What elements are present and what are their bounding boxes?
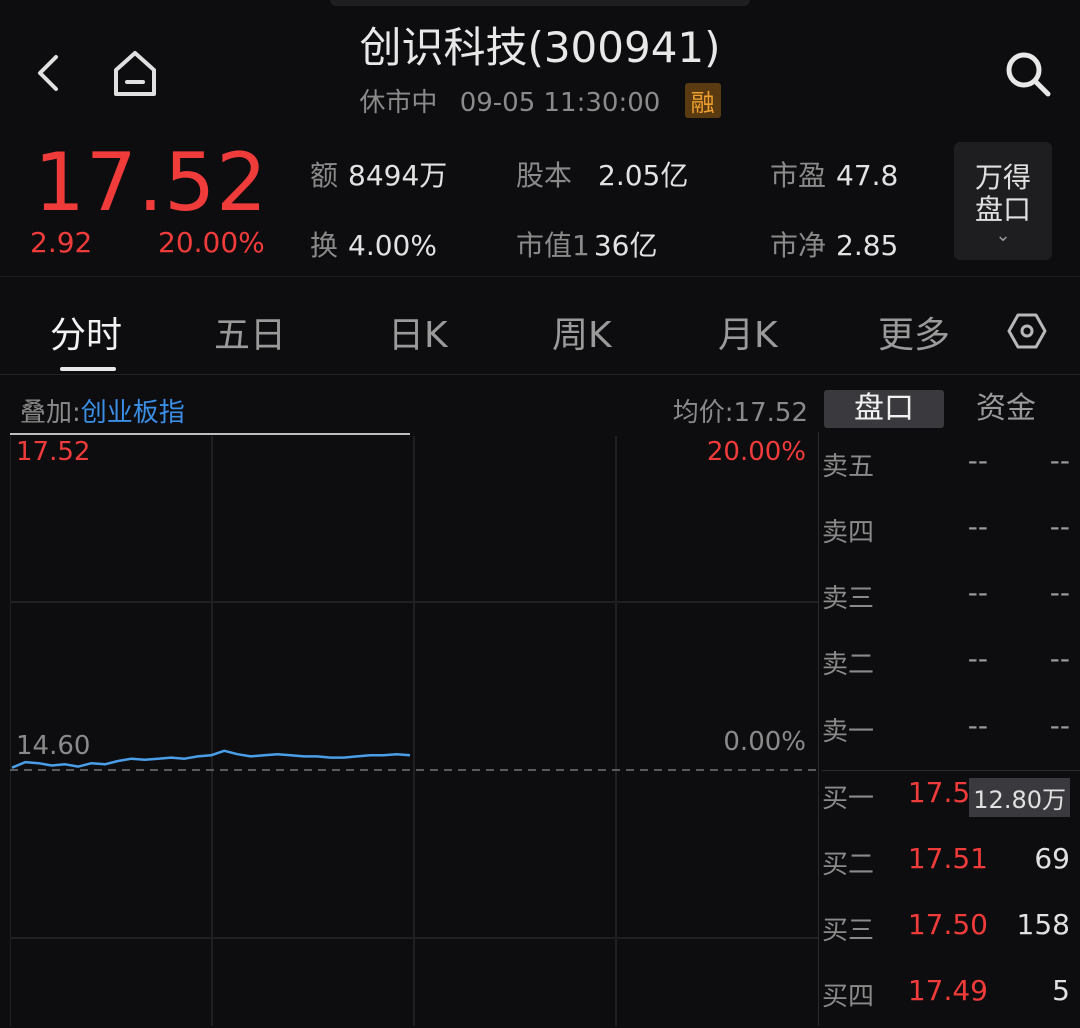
- tab-daily-k[interactable]: 日K: [388, 306, 448, 358]
- divider: [0, 276, 1080, 277]
- tab-five-day[interactable]: 五日: [214, 306, 286, 358]
- quote-datetime: 09-05 11:30:00: [459, 88, 661, 118]
- tab-monthly-k[interactable]: 月K: [718, 306, 778, 358]
- stat-pe-ratio: 市盈 47.8: [770, 159, 899, 192]
- chart-settings-button[interactable]: [1006, 310, 1048, 352]
- divider: [0, 374, 1080, 375]
- buy-level-3: 买三 17.50 158: [822, 908, 1070, 946]
- sell-level-4: 卖四 -- --: [822, 510, 1070, 548]
- buy-level-4: 买四 17.49 5: [822, 974, 1070, 1012]
- camera-notch: [330, 0, 750, 6]
- search-icon: [1006, 52, 1051, 97]
- stat-turnover-rate: 换 4.00%: [310, 229, 437, 262]
- y-base-pct: 0.00%: [723, 727, 806, 757]
- tab-intraday[interactable]: 分时: [50, 306, 122, 358]
- market-status: 休市中: [359, 88, 438, 118]
- market-status-line: 休市中 09-05 11:30:00 融: [0, 82, 1080, 119]
- active-tab-indicator: [60, 367, 116, 371]
- wind-button-line1: 万得: [974, 161, 1031, 194]
- divider: [818, 432, 819, 1026]
- current-price: 17.52: [34, 136, 269, 229]
- stat-market-cap: 市值1 36亿: [516, 229, 658, 262]
- y-top-label: 17.52: [16, 437, 90, 467]
- margin-trading-badge: 融: [684, 83, 721, 118]
- sell-level-2: 卖二 -- --: [822, 642, 1070, 680]
- overlay-index-name: 创业板指: [80, 398, 185, 428]
- period-tabs: 分时 五日 日K 周K 月K 更多: [0, 296, 1080, 366]
- tab-capital-flow[interactable]: 资金: [946, 390, 1066, 428]
- tab-more[interactable]: 更多: [878, 306, 950, 358]
- stock-title: 创识科技(300941): [359, 23, 721, 72]
- y-base-label: 14.60: [16, 731, 90, 761]
- chevron-down-icon: ⌄: [995, 225, 1011, 246]
- y-top-pct: 20.00%: [707, 437, 806, 467]
- stat-pb-ratio: 市净 2.85: [770, 229, 899, 262]
- price-change: 2.92: [30, 226, 93, 259]
- buy-level-2: 买二 17.51 69: [822, 842, 1070, 880]
- intraday-chart[interactable]: 17.52 20.00% 14.60 0.00%: [10, 432, 818, 1026]
- price-change-pct: 20.00%: [158, 226, 265, 259]
- wind-orderbook-button[interactable]: 万得 盘口 ⌄: [954, 142, 1052, 260]
- sell-level-3: 卖三 -- --: [822, 576, 1070, 614]
- tab-orderbook[interactable]: 盘口: [824, 390, 944, 428]
- overlay-label: 叠加:: [20, 398, 81, 428]
- sell-level-1: 卖一 -- --: [822, 709, 1070, 747]
- wind-button-line2: 盘口: [974, 193, 1031, 226]
- buy-level-1: 买一 17.52 12.80万: [822, 764, 1072, 830]
- overlay-index-selector[interactable]: 叠加:创业板指: [20, 392, 185, 429]
- settings-hexagon-icon: [1007, 313, 1047, 349]
- search-button[interactable]: [998, 44, 1058, 104]
- sell-level-5: 卖五 -- --: [822, 444, 1070, 482]
- stat-turnover-amount: 额 8494万: [310, 159, 448, 192]
- tab-weekly-k[interactable]: 周K: [552, 306, 612, 358]
- stat-share-capital: 股本 2.05亿: [516, 159, 689, 192]
- average-price: 均价:17.52: [672, 398, 808, 428]
